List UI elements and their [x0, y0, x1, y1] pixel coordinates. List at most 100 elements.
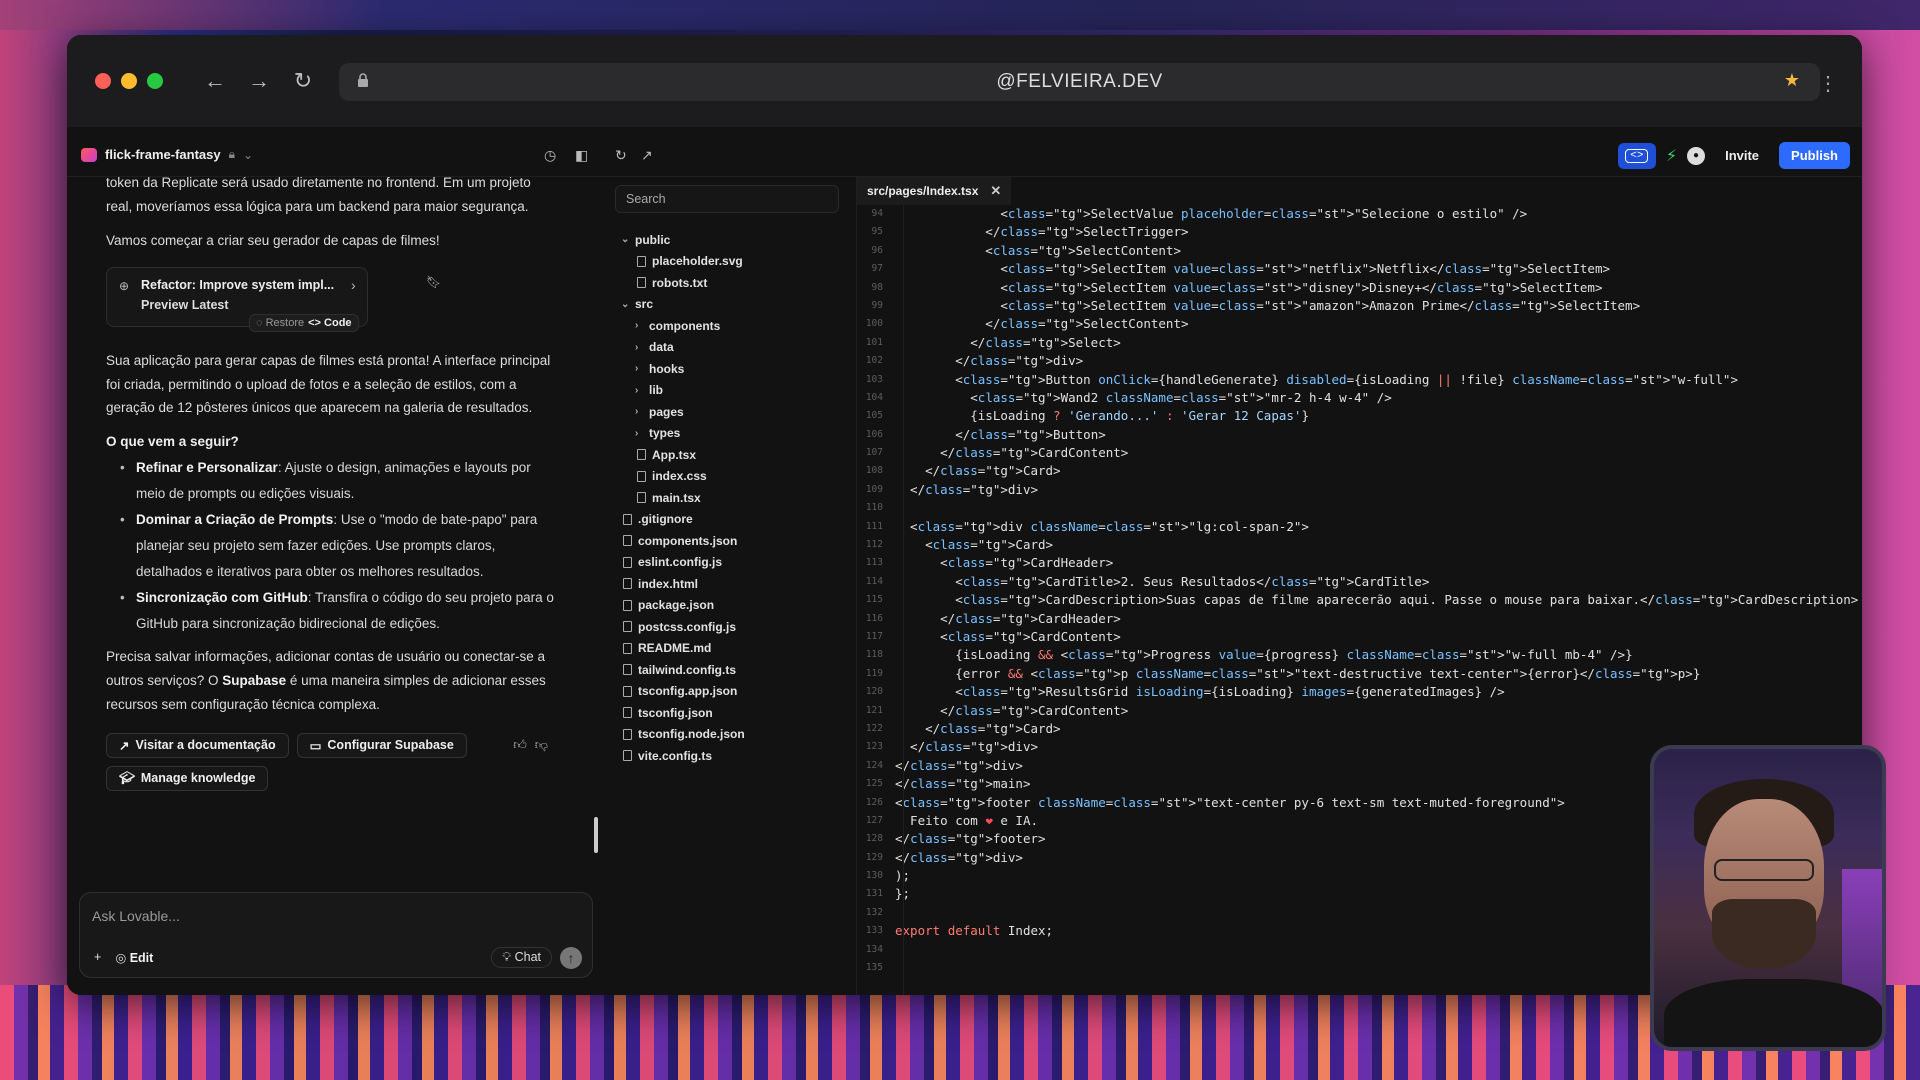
sidebar-toggle-icon[interactable]: ◧ [575, 147, 588, 164]
next-steps-list: Refinar e Personalizar: Ajuste o design,… [106, 455, 556, 637]
code-text: <class="tg">SelectItem value=class="st">… [895, 261, 1611, 277]
file-tree-label: index.html [638, 576, 699, 591]
invite-button[interactable]: Invite [1715, 143, 1769, 168]
refresh-preview-icon[interactable]: ↻ [615, 147, 627, 164]
file-tree-item[interactable]: tailwind.config.ts [607, 659, 856, 681]
file-tree-label: placeholder.svg [652, 254, 743, 269]
code-line: 119 {error && <class="tg">p className=cl… [857, 665, 1862, 683]
code-text: <class="tg">Wand2 className=class="st">"… [895, 389, 1392, 405]
bookmark-star-icon[interactable]: ★ [1784, 70, 1800, 91]
manage-knowledge-button[interactable]: 🎓︎ Manage knowledge [106, 765, 269, 791]
feedback-icons[interactable]: 👍︎👎︎ [513, 737, 556, 753]
file-tree-item[interactable]: eslint.config.js [607, 552, 856, 574]
chat-actions-2: 🎓︎ Manage knowledge [106, 765, 556, 791]
file-tree-label: main.tsx [652, 490, 701, 505]
file-tree-item[interactable]: › lib [607, 380, 856, 402]
file-tree-item[interactable]: postcss.config.js [607, 616, 856, 638]
file-tree-item[interactable]: › pages [607, 401, 856, 423]
file-tree-label: tsconfig.json [638, 705, 713, 720]
file-tree-item[interactable]: › data [607, 337, 856, 359]
line-number: 127 [865, 814, 883, 826]
line-number: 115 [865, 594, 883, 606]
thumbs-down-icon[interactable]: 👎︎ [535, 737, 556, 752]
project-selector[interactable]: flick-frame-fantasy 🔒︎ ⌄ [81, 147, 253, 162]
file-tree-item[interactable]: main.tsx [607, 487, 856, 509]
file-tree-item[interactable]: tsconfig.node.json [607, 724, 856, 746]
file-tree-item[interactable]: package.json [607, 595, 856, 617]
code-text: <class="tg">div className=class="st">"lg… [895, 518, 1309, 534]
code-text: <class="tg">SelectItem value=class="st">… [895, 297, 1641, 313]
code-text: </class="tg">Select> [895, 334, 1121, 350]
code-button[interactable]: <> Code [308, 317, 351, 329]
docs-button[interactable]: ↗ Visitar a documentação [106, 732, 289, 758]
editor-tab[interactable]: src/pages/Index.tsx ✕ [857, 177, 1012, 205]
line-number: 102 [865, 355, 883, 367]
chat-heading: O que vem a seguir? [106, 433, 239, 449]
code-text: {isLoading ? 'Gerando...' : 'Gerar 12 Ca… [895, 408, 1309, 424]
chat-input-box[interactable]: Ask Lovable... + ◎ Edit 💡︎ Chat ↑ [79, 892, 593, 978]
file-icon [623, 513, 632, 525]
send-button[interactable]: ↑ [560, 947, 582, 969]
plus-icon[interactable]: + [94, 950, 101, 965]
file-tree-item[interactable]: tsconfig.json [607, 702, 856, 724]
file-tree-item[interactable]: placeholder.svg [607, 251, 856, 273]
code-line: 101 </class="tg">Select> [857, 334, 1862, 352]
line-number: 110 [865, 502, 883, 514]
file-tree-item[interactable]: components.json [607, 530, 856, 552]
open-external-icon[interactable]: ↗ [641, 147, 653, 164]
publish-button[interactable]: Publish [1779, 142, 1850, 169]
chat-mode-button[interactable]: 💡︎ Chat [491, 947, 552, 968]
code-line: 102 </class="tg">div> [857, 352, 1862, 370]
file-tree-item[interactable]: App.tsx [607, 444, 856, 466]
edit-icon: ◎ [115, 951, 130, 965]
file-tree-label: postcss.config.js [638, 619, 737, 634]
file-tree-item[interactable]: › types [607, 423, 856, 445]
file-icon [637, 492, 646, 504]
forward-arrow-icon[interactable]: → [247, 68, 271, 94]
code-text: <class="tg">Card> [895, 537, 1054, 553]
address-bar[interactable]: @FELVIEIRA.DEV ★ [339, 63, 1820, 101]
file-tree-item[interactable]: robots.txt [607, 272, 856, 294]
file-tree-item[interactable]: .gitignore [607, 509, 856, 531]
chat-scrollbar[interactable] [594, 817, 598, 853]
file-tree-item[interactable]: vite.config.ts [607, 745, 856, 767]
github-icon[interactable]: ● [1687, 146, 1706, 165]
code-line: 110 [857, 499, 1862, 517]
configure-supabase-button[interactable]: ▭ Configurar Supabase [296, 732, 467, 758]
file-tree-item[interactable]: ⌄ public [607, 229, 856, 251]
file-tree-label: App.tsx [652, 447, 697, 462]
version-card[interactable]: ⊕ Refactor: Improve system impl... Previ… [106, 267, 368, 332]
file-tree-item[interactable]: README.md [607, 638, 856, 660]
restore-button[interactable]: ◌ Restore [256, 317, 304, 329]
minimize-window-button[interactable] [121, 73, 137, 89]
restore-label: Restore [265, 317, 305, 329]
browser-menu-icon[interactable]: ⋮ [1818, 71, 1838, 96]
history-icon[interactable]: ◷ [544, 147, 556, 164]
close-window-button[interactable] [95, 73, 111, 89]
code-view-toggle[interactable]: <> [1617, 142, 1656, 169]
bookmark-icon[interactable]: 🔖︎ [426, 275, 441, 289]
chat-paragraph: Vamos começar a criar seu gerador de cap… [106, 233, 440, 248]
file-search-input[interactable]: Search [615, 185, 839, 213]
file-tree-item[interactable]: › components [607, 315, 856, 337]
reload-icon[interactable]: ↻ [291, 68, 315, 94]
back-arrow-icon[interactable]: ← [203, 68, 227, 94]
file-tree-label: types [649, 426, 681, 441]
code-line: 100 </class="tg">SelectContent> [857, 315, 1862, 333]
file-tree-item[interactable]: index.html [607, 573, 856, 595]
file-tree-item[interactable]: tsconfig.app.json [607, 681, 856, 703]
thumbs-up-icon[interactable]: 👍︎ [513, 737, 535, 752]
globe-icon: ⊕ [119, 279, 130, 293]
file-tree-item[interactable]: ⌄ src [607, 294, 856, 316]
list-item-bold: Sincronização com GitHub [136, 589, 308, 605]
edit-button[interactable]: ◎ Edit [115, 950, 153, 965]
maximize-window-button[interactable] [147, 73, 163, 89]
file-tree-label: vite.config.ts [638, 748, 713, 763]
supabase-bolt-icon[interactable]: ⚡︎ [1666, 146, 1677, 166]
file-tree-item[interactable]: › hooks [607, 358, 856, 380]
url-text: @FELVIEIRA.DEV [996, 71, 1163, 92]
file-icon [637, 449, 646, 461]
close-tab-icon[interactable]: ✕ [990, 183, 1001, 199]
file-tree-item[interactable]: index.css [607, 466, 856, 488]
line-number: 116 [865, 612, 883, 624]
